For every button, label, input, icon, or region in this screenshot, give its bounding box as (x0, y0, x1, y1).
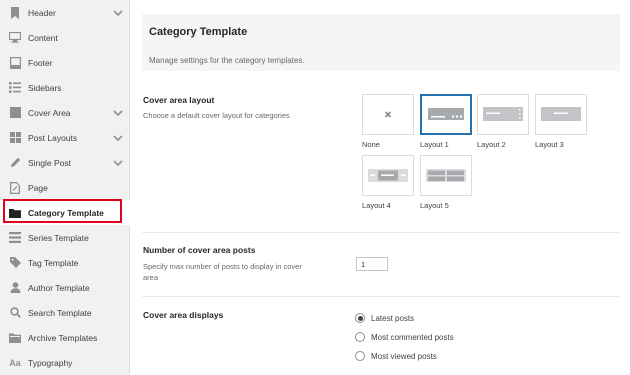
sidebar-item-label: Author Template (28, 282, 90, 293)
radio-button[interactable] (355, 332, 365, 342)
layout-caption-2: Layout 2 (477, 140, 506, 149)
sidebar-item-single-post[interactable]: Single Post (0, 150, 130, 175)
tag-icon (9, 257, 21, 269)
sidebar-item-category-template[interactable]: Category Template (0, 200, 130, 225)
radio-button[interactable] (355, 313, 365, 323)
sidebar-item-search-template[interactable]: Search Template (0, 300, 130, 325)
radio-most-commented[interactable]: Most commented posts (355, 330, 454, 344)
sidebar-item-sidebars[interactable]: Sidebars (0, 75, 130, 100)
page-description: Manage settings for the category templat… (149, 56, 305, 65)
sidebar-item-tag-template[interactable]: Tag Template (0, 250, 130, 275)
layout-option-4[interactable] (362, 155, 414, 196)
post-count-help: Specify max number of posts to display i… (143, 262, 302, 282)
grid-icon (9, 132, 21, 144)
post-count-input[interactable] (356, 257, 388, 271)
cover-layout-help: Choose a default cover layout for catego… (143, 111, 290, 120)
sidebar-item-label: Sidebars (28, 82, 62, 93)
sidebar-item-typography[interactable]: Aa Typography (0, 350, 130, 375)
layout-caption-3: Layout 3 (535, 140, 564, 149)
page-title: Category Template (149, 26, 248, 38)
archive-icon (9, 332, 21, 344)
layout-option-2[interactable] (477, 94, 529, 135)
typography-icon: Aa (9, 357, 21, 368)
settings-panel: Category Template Manage settings for th… (130, 0, 630, 375)
layout-option-none[interactable] (362, 94, 414, 135)
chevron-down-icon (113, 108, 123, 118)
cover-displays-label: Cover area displays (143, 310, 224, 320)
radio-button[interactable] (355, 351, 365, 361)
sidebar-item-label: Archive Templates (28, 332, 98, 343)
layout-option-5[interactable] (420, 155, 472, 196)
chevron-down-icon (113, 158, 123, 168)
sidebar-item-cover-area[interactable]: Cover Area (0, 100, 130, 125)
sidebar-item-label: Page (28, 182, 48, 193)
sidebar-item-page[interactable]: Page (0, 175, 130, 200)
radio-most-viewed[interactable]: Most viewed posts (355, 349, 437, 363)
layout-caption-4: Layout 4 (362, 201, 391, 210)
sidebar-item-header[interactable]: Header (0, 0, 130, 25)
section-divider (142, 296, 620, 297)
sidebar-item-label: Tag Template (28, 257, 79, 268)
sidebar-item-label: Footer (28, 57, 53, 68)
layout-caption-1: Layout 1 (420, 140, 449, 149)
radio-label: Most viewed posts (371, 351, 437, 361)
radio-latest-posts[interactable]: Latest posts (355, 311, 414, 325)
sidebar-item-label: Typography (28, 357, 73, 368)
sidebar-item-label: Content (28, 32, 58, 43)
sidebar-item-footer[interactable]: Footer (0, 50, 130, 75)
bookmark-icon (9, 6, 21, 19)
sidebar-item-archive-templates[interactable]: Archive Templates (0, 325, 130, 350)
sidebar-item-label: Single Post (28, 157, 71, 168)
sidebar-item-label: Cover Area (28, 107, 71, 118)
settings-sidebar: Header Content Footer Sidebars Cover Are… (0, 0, 130, 375)
page-icon (9, 181, 21, 194)
sidebar-item-label: Post Layouts (28, 132, 78, 143)
sidebar-item-label: Search Template (28, 307, 92, 318)
layout-caption-5: Layout 5 (420, 201, 449, 210)
pencil-icon (9, 157, 21, 169)
sidebar-item-label: Series Template (28, 232, 89, 243)
footer-icon (9, 56, 21, 69)
layout-option-1[interactable] (420, 94, 472, 135)
cover-icon (9, 107, 21, 119)
post-count-label: Number of cover area posts (143, 245, 256, 255)
panel-header: Category Template Manage settings for th… (142, 14, 620, 71)
radio-label: Latest posts (371, 313, 415, 323)
cover-layout-label: Cover area layout (143, 95, 215, 105)
sidebar-item-post-layouts[interactable]: Post Layouts (0, 125, 130, 150)
sidebar-item-content[interactable]: Content (0, 25, 130, 50)
sidebar-item-author-template[interactable]: Author Template (0, 275, 130, 300)
chevron-down-icon (113, 8, 123, 18)
list-icon (9, 82, 21, 94)
layout-caption-none: None (362, 140, 380, 149)
section-divider (142, 232, 620, 233)
sidebar-item-series-template[interactable]: Series Template (0, 225, 130, 250)
user-icon (9, 282, 21, 294)
chevron-down-icon (113, 133, 123, 143)
sidebar-item-label: Header (28, 7, 56, 18)
radio-label: Most commented posts (371, 332, 454, 342)
search-icon (9, 307, 21, 319)
sidebar-item-label: Category Template (28, 207, 104, 218)
monitor-icon (9, 32, 21, 44)
layout-option-3[interactable] (535, 94, 587, 135)
folder-icon (9, 207, 21, 219)
series-icon (9, 232, 21, 244)
